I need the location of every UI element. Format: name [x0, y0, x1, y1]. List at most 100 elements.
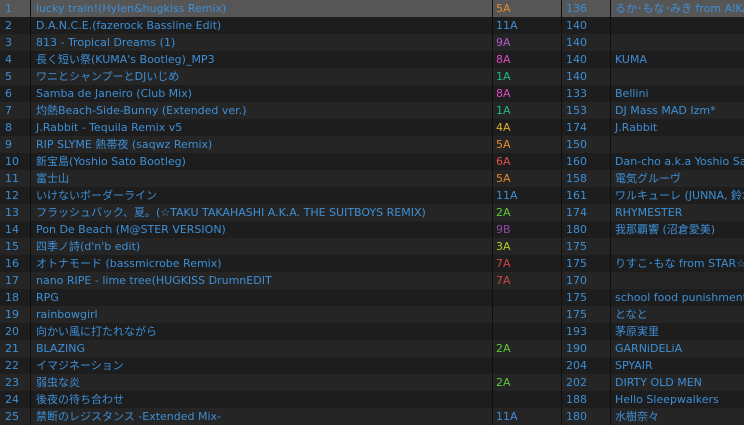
track-key — [493, 391, 561, 408]
track-row[interactable]: 4 長く短い祭(KUMA's Bootleg)_MP3 8A 140 KUMA — [0, 51, 744, 68]
column-divider — [561, 340, 562, 357]
column-divider — [610, 85, 611, 102]
column-divider — [561, 136, 562, 153]
track-bpm: 153 — [566, 104, 587, 117]
track-row[interactable]: 13 フラッシュバック、夏。(☆TAKU TAKAHASHI A.K.A. THE… — [0, 204, 744, 221]
track-artist: RHYMESTER — [615, 206, 683, 219]
track-title: 新宝島(Yoshio Sato Bootleg) — [36, 155, 186, 168]
track-key: 6A — [496, 155, 511, 168]
track-row[interactable]: 7 灼熱Beach-Side-Bunny (Extended ver.) 1A 153… — [0, 102, 744, 119]
track-row[interactable]: 9 RIP SLYME 熱帯夜 (saqwz Remix) 5A 150 — [0, 136, 744, 153]
column-divider — [492, 204, 493, 221]
column-divider — [561, 391, 562, 408]
column-divider — [561, 204, 562, 221]
column-divider — [30, 68, 31, 85]
track-number: 20 — [5, 325, 19, 338]
track-key: 2A — [496, 342, 511, 355]
column-divider — [492, 374, 493, 391]
column-divider — [492, 272, 493, 289]
track-row[interactable]: 22 イマジネーション 204 SPYAIR — [0, 357, 744, 374]
track-artist: KUMA — [615, 53, 647, 66]
track-artist — [611, 17, 744, 34]
track-row[interactable]: 8 J.Rabbit - Tequila Remix v5 4A 174 J.Rabbi… — [0, 119, 744, 136]
track-row[interactable]: 24 後夜の待ち合わせ 188 Hello Sleepwalkers — [0, 391, 744, 408]
track-artist: りすこ･もな from STAR☆ANIS — [615, 257, 744, 270]
column-divider — [561, 51, 562, 68]
column-divider — [610, 68, 611, 85]
column-divider — [30, 119, 31, 136]
track-row[interactable]: 21 BLAZING 2A 190 GARNiDELiA — [0, 340, 744, 357]
track-number: 14 — [5, 223, 19, 236]
column-divider — [492, 289, 493, 306]
column-divider — [30, 306, 31, 323]
track-key: 9B — [496, 223, 511, 236]
column-divider — [610, 102, 611, 119]
track-row[interactable]: 25 禁断のレジスタンス -Extended Mix- 11A 180 水樹奈々 — [0, 408, 744, 425]
track-title: 灼熱Beach-Side-Bunny (Extended ver.) — [36, 104, 247, 117]
column-divider — [492, 68, 493, 85]
track-bpm: 175 — [566, 308, 587, 321]
track-bpm: 180 — [566, 223, 587, 236]
column-divider — [30, 187, 31, 204]
track-row[interactable]: 2 D.A.N.C.E.(fazerock Bassline Edit) 11A 14… — [0, 17, 744, 34]
track-number: 10 — [5, 155, 19, 168]
track-artist: Hello Sleepwalkers — [615, 393, 719, 406]
track-artist — [611, 68, 744, 85]
track-key — [493, 289, 561, 306]
track-artist: school food punishment — [615, 291, 744, 304]
track-artist: となと — [615, 308, 648, 321]
track-row[interactable]: 10 新宝島(Yoshio Sato Bootleg) 6A 160 Dan-cho a… — [0, 153, 744, 170]
track-artist: J.Rabbit — [615, 121, 658, 134]
track-row[interactable]: 23 弱虫な炎 2A 202 DIRTY OLD MEN — [0, 374, 744, 391]
track-row[interactable]: 11 富士山 5A 158 電気グルーヴ — [0, 170, 744, 187]
column-divider — [492, 17, 493, 34]
track-key: 7A — [496, 257, 511, 270]
track-row[interactable]: 20 向かい風に打たれながら 193 茅原実里 — [0, 323, 744, 340]
track-row[interactable]: 3 813 - Tropical Dreams (1) 9A 140 — [0, 34, 744, 51]
track-bpm: 140 — [566, 36, 587, 49]
track-row[interactable]: 5 ワニとシャンプーとDJいじめ 1A 140 — [0, 68, 744, 85]
track-row[interactable]: 17 nano RIPE - lime tree(HUGKISS DrumnEDI… — [0, 272, 744, 289]
column-divider — [610, 221, 611, 238]
track-bpm: 188 — [566, 393, 587, 406]
track-number: 6 — [5, 87, 12, 100]
track-title: 813 - Tropical Dreams (1) — [36, 36, 176, 49]
column-divider — [610, 238, 611, 255]
column-divider — [30, 374, 31, 391]
track-row[interactable]: 18 RPG 175 school food punishment — [0, 289, 744, 306]
column-divider — [30, 153, 31, 170]
track-row[interactable]: 14 Pon De Beach (M@STER VERSION) 9B 180 我那覇響… — [0, 221, 744, 238]
column-divider — [30, 102, 31, 119]
column-divider — [30, 357, 31, 374]
track-title: 後夜の待ち合わせ — [36, 393, 124, 406]
track-row[interactable]: 6 Samba de Janeiro (Club Mix) 8A 133 Bellini — [0, 85, 744, 102]
column-divider — [561, 289, 562, 306]
column-divider — [610, 289, 611, 306]
column-divider — [610, 391, 611, 408]
track-key: 4A — [496, 121, 511, 134]
track-bpm: 150 — [566, 138, 587, 151]
track-title: BLAZING — [36, 342, 85, 355]
track-row[interactable]: 19 rainbowgirl 175 となと — [0, 306, 744, 323]
track-row[interactable]: 12 いけないボーダーライン 11A 161 ワルキューレ (JUNNA, 鈴木みのり) — [0, 187, 744, 204]
track-key: 1A — [496, 70, 511, 83]
column-divider — [30, 289, 31, 306]
column-divider — [610, 0, 611, 17]
track-artist — [611, 34, 744, 51]
track-bpm: 140 — [566, 70, 587, 83]
track-row[interactable]: 1 lucky train!(Hylen&hugkiss Remix) 5A 136 る… — [0, 0, 744, 17]
column-divider — [610, 272, 611, 289]
track-artist: Dan-cho a.k.a Yoshio Sato — [615, 155, 744, 168]
track-row[interactable]: 16 オトナモード (bassmicrobe Remix) 7A 175 りすこ･もな … — [0, 255, 744, 272]
track-number: 23 — [5, 376, 19, 389]
track-bpm: 190 — [566, 342, 587, 355]
track-number: 11 — [5, 172, 19, 185]
column-divider — [30, 34, 31, 51]
track-number: 1 — [5, 2, 12, 15]
column-divider — [492, 306, 493, 323]
track-number: 17 — [5, 274, 19, 287]
column-divider — [561, 85, 562, 102]
track-number: 22 — [5, 359, 19, 372]
track-row[interactable]: 15 四季ノ詩(d'n'b edit) 3A 175 — [0, 238, 744, 255]
column-divider — [561, 68, 562, 85]
